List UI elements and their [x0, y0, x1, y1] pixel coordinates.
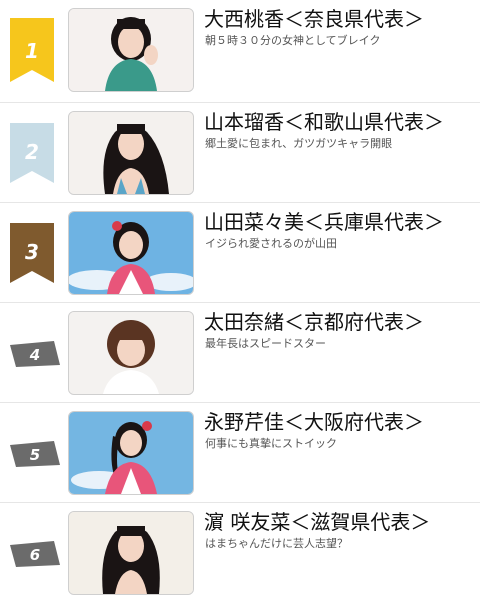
member-name[interactable]: 太田奈緒＜京都府代表＞ — [204, 309, 424, 335]
member-catchphrase: 何事にも真摯にストイック — [205, 437, 337, 450]
ranking-item-1[interactable]: 1 大西桃香＜奈良県代表＞ 朝５時３０分の女神としてブレイク — [0, 0, 480, 103]
ranking-item-4[interactable]: 4 太田奈緒＜京都府代表＞ 最年長はスピードスター — [0, 303, 480, 403]
ranking-item-6[interactable]: 6 濵 咲友菜＜滋賀県代表＞ はまちゃんだけに芸人志望？ — [0, 503, 480, 607]
member-photo[interactable] — [68, 511, 194, 595]
member-catchphrase: はまちゃんだけに芸人志望？ — [205, 537, 348, 550]
member-name[interactable]: 濵 咲友菜＜滋賀県代表＞ — [204, 509, 430, 535]
rank-6-tab-icon: 6 — [10, 541, 60, 567]
ranking-list: 1 大西桃香＜奈良県代表＞ 朝５時３０分の女神としてブレイク 2 山本瑠香＜和歌… — [0, 0, 480, 607]
member-catchphrase: 郷土愛に包まれ、ガツガツキャラ開眼 — [205, 137, 393, 150]
rank-number: 5 — [30, 446, 40, 464]
rank-5-tab-icon: 5 — [10, 441, 60, 467]
rank-number: 2 — [25, 140, 39, 164]
rank-2-ribbon-icon: 2 — [10, 123, 54, 183]
member-photo[interactable] — [68, 8, 194, 92]
rank-4-tab-icon: 4 — [10, 341, 60, 367]
member-name[interactable]: 大西桃香＜奈良県代表＞ — [204, 6, 424, 32]
rank-1-ribbon-icon: 1 — [10, 18, 54, 82]
ranking-item-3[interactable]: 3 山田菜々美＜兵庫県代表＞ イジられ愛されるのが山田 — [0, 203, 480, 303]
member-name[interactable]: 山本瑠香＜和歌山県代表＞ — [204, 109, 444, 135]
member-name[interactable]: 山田菜々美＜兵庫県代表＞ — [204, 209, 444, 235]
member-catchphrase: 最年長はスピードスター — [205, 337, 326, 350]
rank-number: 1 — [25, 39, 39, 63]
ranking-item-2[interactable]: 2 山本瑠香＜和歌山県代表＞ 郷土愛に包まれ、ガツガツキャラ開眼 — [0, 103, 480, 203]
member-catchphrase: 朝５時３０分の女神としてブレイク — [205, 34, 381, 47]
member-photo[interactable] — [68, 311, 194, 395]
rank-number: 6 — [30, 546, 40, 564]
member-name[interactable]: 永野芹佳＜大阪府代表＞ — [204, 409, 424, 435]
rank-number: 4 — [29, 346, 40, 364]
ranking-item-5[interactable]: 5 永野芹佳＜大阪府代表＞ 何事にも真摯にストイック — [0, 403, 480, 503]
rank-number: 3 — [25, 240, 39, 264]
member-photo[interactable] — [68, 211, 194, 295]
member-catchphrase: イジられ愛されるのが山田 — [205, 237, 337, 250]
rank-3-ribbon-icon: 3 — [10, 223, 54, 283]
member-photo[interactable] — [68, 411, 194, 495]
member-photo[interactable] — [68, 111, 194, 195]
